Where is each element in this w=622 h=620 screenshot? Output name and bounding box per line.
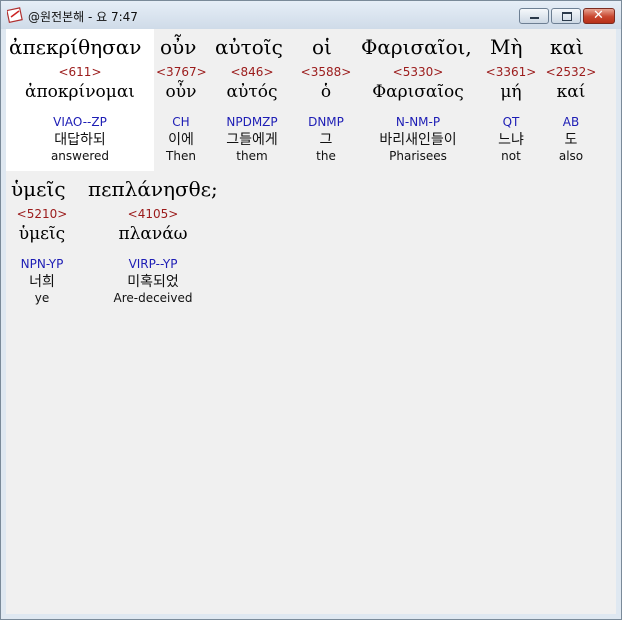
word-analysis: <5210> ὑμεῖς NPN-YP 너희 ye xyxy=(6,207,78,305)
morphology-code: CH xyxy=(172,115,190,129)
english-gloss: also xyxy=(558,149,584,163)
korean-gloss: 이에 xyxy=(168,132,194,148)
strong-number[interactable]: <5210> xyxy=(6,207,78,221)
close-button[interactable]: ✕ xyxy=(583,8,615,24)
english-gloss: them xyxy=(236,149,268,163)
lemma: οὖν xyxy=(165,82,197,102)
korean-gloss: 미혹되었 xyxy=(127,274,179,290)
interlinear-panel: ἀπεκρίθησαν οὖν αὐτοῖς οἱ Φαρισαῖοι, Μὴ … xyxy=(6,29,616,614)
strong-number[interactable]: <3361> xyxy=(484,65,538,79)
korean-gloss: 대답하되 xyxy=(54,132,106,148)
word-analysis: <3588> ὁ DNMP 그 the xyxy=(298,65,354,163)
morphology-code: VIRP--YP xyxy=(128,257,178,271)
word-analysis: <3767> οὖν CH 이에 Then xyxy=(156,65,207,163)
english-gloss: Pharisees xyxy=(389,149,447,163)
lemma: ὑμεῖς xyxy=(18,224,66,244)
greek-word[interactable]: Μὴ xyxy=(490,34,522,60)
english-gloss: the xyxy=(316,149,336,163)
korean-gloss: 그 xyxy=(319,132,333,148)
greek-word[interactable]: καὶ xyxy=(550,34,584,60)
word-analysis: <846> αὐτός NPDMZP 그들에게 them xyxy=(212,65,292,163)
lemma: μή xyxy=(500,82,522,102)
word-analysis: <2532> καί AB 도 also xyxy=(544,65,598,163)
english-gloss: Then xyxy=(166,149,196,163)
word-analysis: <3361> μή QT 느냐 not xyxy=(484,65,538,163)
greek-word[interactable]: ἀπεκρίθησαν xyxy=(9,34,141,60)
korean-gloss: 느냐 xyxy=(498,132,524,148)
lemma: πλανάω xyxy=(118,224,188,244)
lemma: καί xyxy=(556,82,586,102)
strong-number[interactable]: <5330> xyxy=(358,65,478,79)
greek-word[interactable]: πεπλάνησθε; xyxy=(88,176,218,202)
lemma: αὐτός xyxy=(226,82,278,102)
english-gloss: Are-deceived xyxy=(113,291,193,305)
strong-number[interactable]: <846> xyxy=(212,65,292,79)
window-title: @원전본해 - 요 7:47 xyxy=(28,10,138,24)
word-analysis: <5330> Φαρισαῖος N-NM-P 바리새인들이 Pharisees xyxy=(358,65,478,163)
greek-word[interactable]: οἱ xyxy=(312,34,332,60)
greek-word[interactable]: αὐτοῖς xyxy=(215,34,283,60)
english-gloss: not xyxy=(501,149,521,163)
word-analysis: <611> ἀποκρίνομαι VIAO--ZP 대답하되 answered xyxy=(6,65,154,163)
korean-gloss: 그들에게 xyxy=(226,132,278,148)
morphology-code: NPN-YP xyxy=(20,257,64,271)
korean-gloss: 바리새인들이 xyxy=(379,132,457,148)
english-gloss: ye xyxy=(34,291,50,305)
korean-gloss: 너희 xyxy=(29,274,55,290)
app-icon xyxy=(7,7,23,23)
app-window: @원전본해 - 요 7:47 ✕ ἀπεκρίθησαν οὖν αὐτοῖς … xyxy=(0,0,622,620)
minimize-icon xyxy=(530,17,539,19)
morphology-code: N-NM-P xyxy=(395,115,441,129)
lemma: ὁ xyxy=(320,82,332,102)
english-gloss: answered xyxy=(50,149,110,163)
lemma: ἀποκρίνομαι xyxy=(25,82,135,102)
strong-number[interactable]: <3767> xyxy=(156,65,207,79)
title-bar[interactable]: @원전본해 - 요 7:47 ✕ xyxy=(1,1,621,29)
morphology-code: AB xyxy=(562,115,580,129)
strong-number[interactable]: <2532> xyxy=(544,65,598,79)
greek-word[interactable]: Φαρισαῖοι, xyxy=(361,34,472,60)
korean-gloss: 도 xyxy=(564,132,578,148)
minimize-button[interactable] xyxy=(519,8,549,24)
maximize-button[interactable] xyxy=(551,8,581,24)
close-icon: ✕ xyxy=(593,8,604,23)
strong-number[interactable]: <4105> xyxy=(96,207,210,221)
morphology-code: QT xyxy=(502,115,520,129)
greek-word[interactable]: οὖν xyxy=(160,34,196,60)
morphology-code: DNMP xyxy=(308,115,344,129)
strong-number[interactable]: <3588> xyxy=(298,65,354,79)
maximize-icon xyxy=(562,12,572,21)
lemma: Φαρισαῖος xyxy=(372,82,464,102)
morphology-code: NPDMZP xyxy=(226,115,278,129)
word-analysis: <4105> πλανάω VIRP--YP 미혹되었 Are-deceived xyxy=(96,207,210,305)
strong-number[interactable]: <611> xyxy=(6,65,154,79)
morphology-code: VIAO--ZP xyxy=(53,115,107,129)
greek-word[interactable]: ὑμεῖς xyxy=(11,176,66,202)
